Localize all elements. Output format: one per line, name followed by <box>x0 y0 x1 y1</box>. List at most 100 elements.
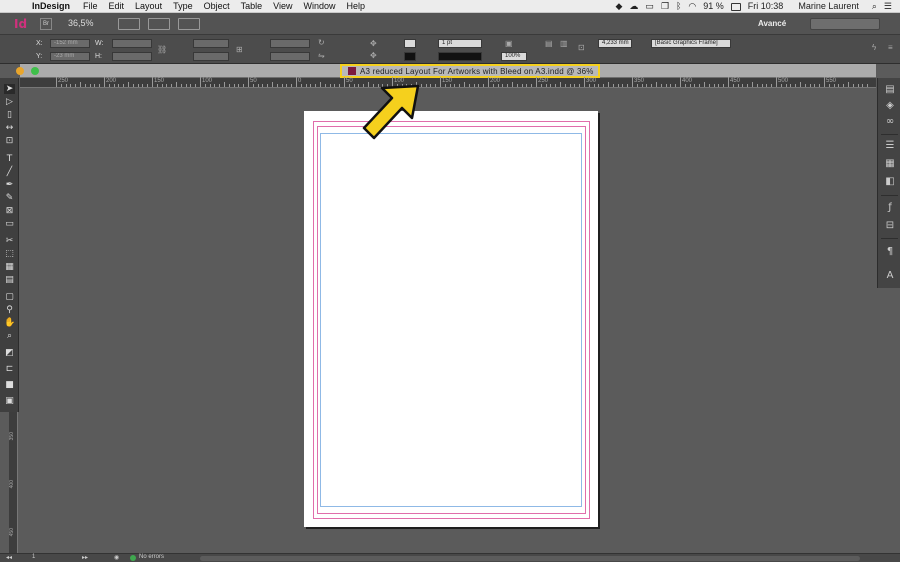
reference-size-field[interactable]: 4,233 mm <box>598 39 632 48</box>
fit-frame-icon[interactable]: ⊡ <box>578 43 585 52</box>
links-panel-icon[interactable]: ∞ <box>884 116 896 128</box>
view-options-button[interactable] <box>118 18 140 30</box>
stroke-swatch[interactable] <box>404 52 416 61</box>
y-position-field[interactable]: -23 mm <box>50 52 90 61</box>
rectangle-tool-icon[interactable]: ▭ <box>4 219 15 229</box>
menu-table[interactable]: Table <box>241 0 263 13</box>
menu-file[interactable]: File <box>83 0 98 13</box>
text-wrap-panel-icon[interactable]: ⊟ <box>884 220 896 232</box>
a3-page[interactable] <box>304 111 598 527</box>
zoom-window-button[interactable] <box>31 67 39 75</box>
screen-icon[interactable]: ▭ <box>645 0 654 13</box>
preflight-icon[interactable]: ◉ <box>114 554 119 561</box>
apply-color-icon[interactable]: ■ <box>4 380 15 390</box>
align-icon[interactable]: ▥ <box>560 39 568 48</box>
paragraph-styles-panel-icon[interactable]: ¶ <box>884 246 896 258</box>
menu-edit[interactable]: Edit <box>109 0 125 13</box>
pen-tool-icon[interactable]: ✒ <box>4 180 15 190</box>
dropbox-icon[interactable]: ◆ <box>616 0 623 13</box>
page-number-field[interactable]: 1 <box>32 554 35 560</box>
horizontal-scrollbar[interactable] <box>200 556 860 561</box>
pages-panel-icon[interactable]: ▤ <box>884 84 896 96</box>
stroke-panel-icon[interactable]: ☰ <box>884 140 896 152</box>
wrap-icon[interactable]: ▤ <box>545 39 553 48</box>
menu-help[interactable]: Help <box>347 0 366 13</box>
fill-stroke-swap-icon[interactable]: ◩ <box>4 348 15 358</box>
width-field[interactable] <box>112 39 152 48</box>
note-tool-icon[interactable]: ▢ <box>4 292 15 302</box>
scale-y-field[interactable] <box>193 52 229 61</box>
rotation-field[interactable] <box>270 39 310 48</box>
cloud-icon[interactable]: ☁ <box>629 0 638 13</box>
flip-icon[interactable]: ⇋ <box>318 51 325 60</box>
character-styles-panel-icon[interactable]: A <box>884 270 896 282</box>
user-name[interactable]: Marine Laurent <box>798 0 859 13</box>
fill-swatch[interactable] <box>404 39 416 48</box>
frame-style-select[interactable]: [Basic Graphics Frame] <box>651 39 731 48</box>
opacity-field[interactable]: 100% <box>501 52 527 61</box>
effects-icon[interactable]: ▣ <box>505 39 513 48</box>
battery-icon[interactable] <box>730 2 741 11</box>
content-collector-icon[interactable]: ⊡ <box>4 136 15 146</box>
height-field[interactable] <box>112 52 152 61</box>
screen-mode-button[interactable] <box>148 18 170 30</box>
notification-center-icon[interactable]: ☰ <box>884 0 892 13</box>
bluetooth-icon[interactable]: ᛒ <box>676 0 681 13</box>
bridge-button[interactable]: Br <box>40 18 52 30</box>
copy-icon[interactable]: ❐ <box>661 0 669 13</box>
menu-type[interactable]: Type <box>173 0 193 13</box>
gradient-feather-tool-icon[interactable]: ▤ <box>4 275 15 285</box>
stroke-type-select[interactable] <box>438 52 482 61</box>
next-page-button[interactable]: ▸▸ <box>82 554 88 561</box>
effects-panel-icon[interactable]: ƒ <box>884 202 896 214</box>
free-transform-tool-icon[interactable]: ⬚ <box>4 249 15 259</box>
link-scale-icon[interactable]: ⊞ <box>236 45 243 54</box>
menu-window[interactable]: Window <box>303 0 335 13</box>
type-tool-icon[interactable]: T <box>4 154 15 164</box>
stroke-weight-field[interactable]: 1 pt <box>438 39 482 48</box>
rotate-icon[interactable]: ↻ <box>318 38 325 47</box>
clock[interactable]: Fri 10:38 <box>748 0 784 13</box>
constrain-proportions-icon[interactable]: ⛓ <box>157 45 167 54</box>
zoom-tool-icon[interactable]: ⌕ <box>4 331 15 341</box>
rectangle-frame-tool-icon[interactable]: ⊠ <box>4 206 15 216</box>
quick-apply-icon[interactable]: ϟ <box>872 43 876 52</box>
close-window-button[interactable] <box>16 67 24 75</box>
menu-app-name[interactable]: InDesign <box>32 0 70 13</box>
hand-tool-icon[interactable]: ✋ <box>4 318 15 328</box>
scissors-tool-icon[interactable]: ✂ <box>4 236 15 246</box>
preflight-errors[interactable]: No errors <box>139 554 164 560</box>
wifi-icon[interactable]: ◠ <box>688 0 696 13</box>
select-container-icon[interactable]: ✥ <box>370 39 377 48</box>
x-position-field[interactable]: -152 mm <box>50 39 90 48</box>
spotlight-icon[interactable]: ⌕ <box>872 0 877 13</box>
page-tool-icon[interactable]: ▯ <box>4 110 15 120</box>
gradient-swatch-tool-icon[interactable]: ▦ <box>4 262 15 272</box>
zoom-level[interactable]: 36,5% <box>68 18 94 28</box>
shear-field[interactable] <box>270 52 310 61</box>
screen-mode-icon[interactable]: ▣ <box>4 396 15 406</box>
arrange-documents-button[interactable] <box>178 18 200 30</box>
eyedropper-tool-icon[interactable]: ⚲ <box>4 305 15 315</box>
selection-tool-icon[interactable]: ➤ <box>4 84 15 94</box>
select-content-icon[interactable]: ✥ <box>370 51 377 60</box>
line-tool-icon[interactable]: ╱ <box>4 167 15 177</box>
gap-tool-icon[interactable]: ↔ <box>4 123 15 133</box>
menu-view[interactable]: View <box>273 0 292 13</box>
battery-percent[interactable]: 91 % <box>703 0 724 13</box>
first-page-button[interactable]: ◂◂ <box>6 554 12 561</box>
layers-panel-icon[interactable]: ◈ <box>884 100 896 112</box>
pencil-tool-icon[interactable]: ✎ <box>4 193 15 203</box>
panel-menu-icon[interactable]: ≡ <box>888 43 893 52</box>
menu-object[interactable]: Object <box>204 0 230 13</box>
gradient-panel-icon[interactable]: ◧ <box>884 176 896 188</box>
document-title-highlight[interactable]: A3 reduced Layout For Artworks with Blee… <box>340 64 600 78</box>
workspace-switcher[interactable]: Avancé <box>758 19 786 28</box>
formatting-affects-icon[interactable]: ⊏ <box>4 364 15 374</box>
scale-x-field[interactable] <box>193 39 229 48</box>
horizontal-ruler[interactable]: 250 200 150 100 50 0 50 100 150 200 250 300 350 400 45… <box>20 77 876 88</box>
direct-selection-tool-icon[interactable]: ▷ <box>4 97 15 107</box>
search-input[interactable] <box>810 18 880 30</box>
menu-layout[interactable]: Layout <box>135 0 162 13</box>
swatches-panel-icon[interactable]: ▦ <box>884 158 896 170</box>
